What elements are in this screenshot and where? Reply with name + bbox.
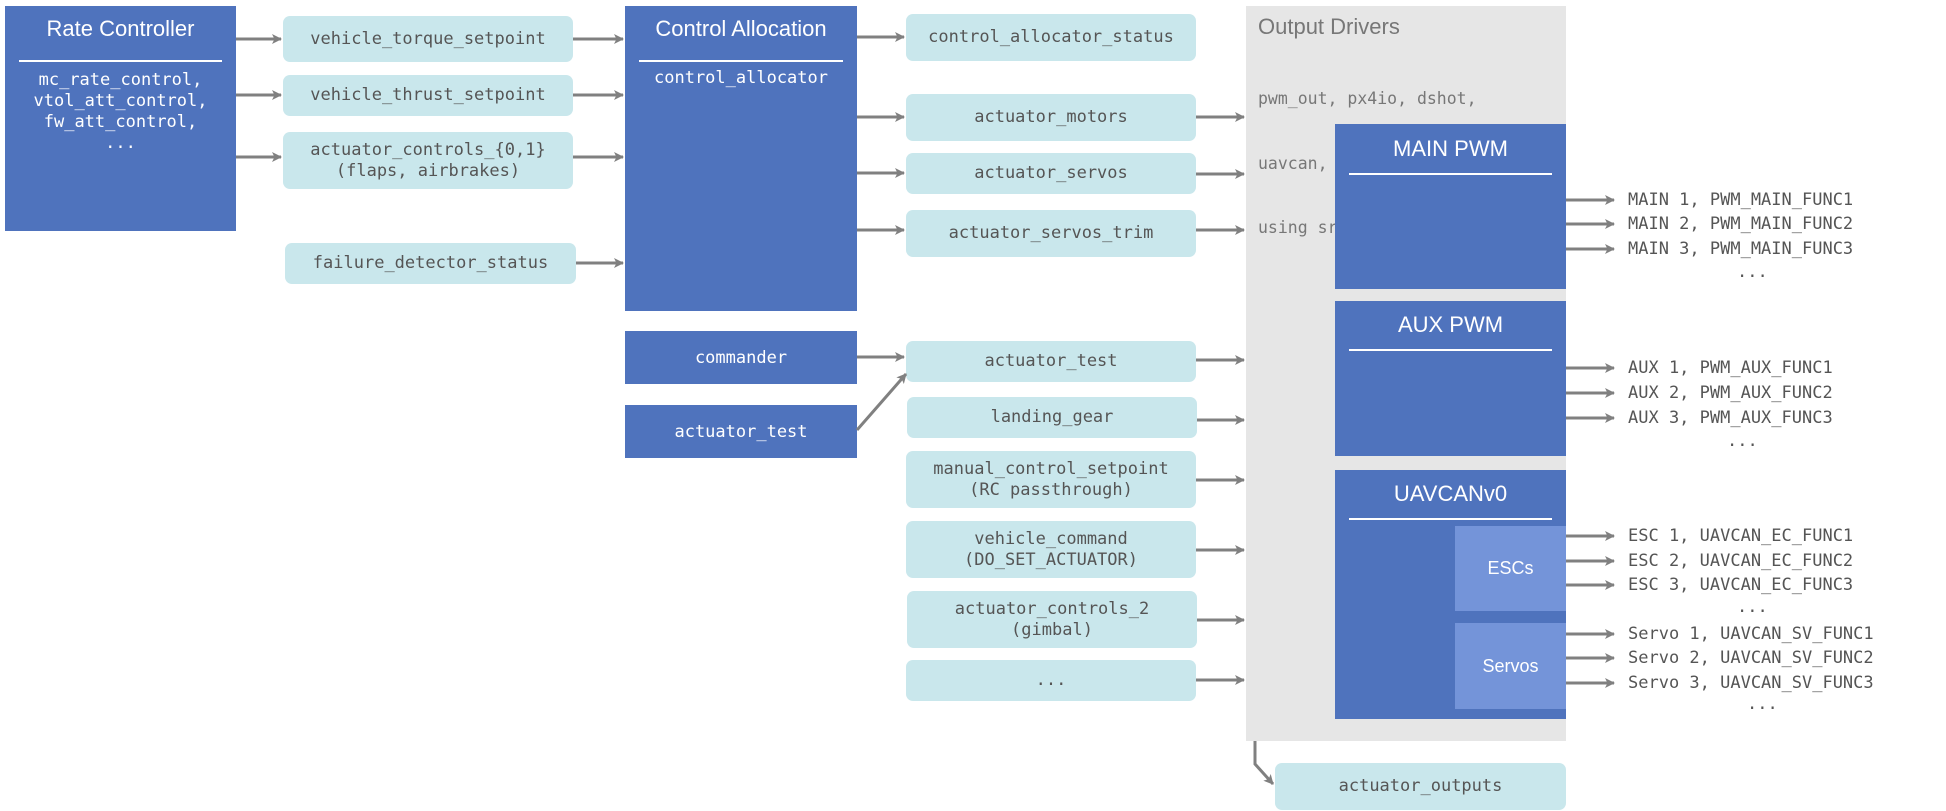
arrow-actuator-test-module-to-topic [855, 373, 908, 431]
connection-arrows [236, 32, 1615, 786]
arrow-drivers-to-actuator-outputs [1253, 741, 1275, 786]
